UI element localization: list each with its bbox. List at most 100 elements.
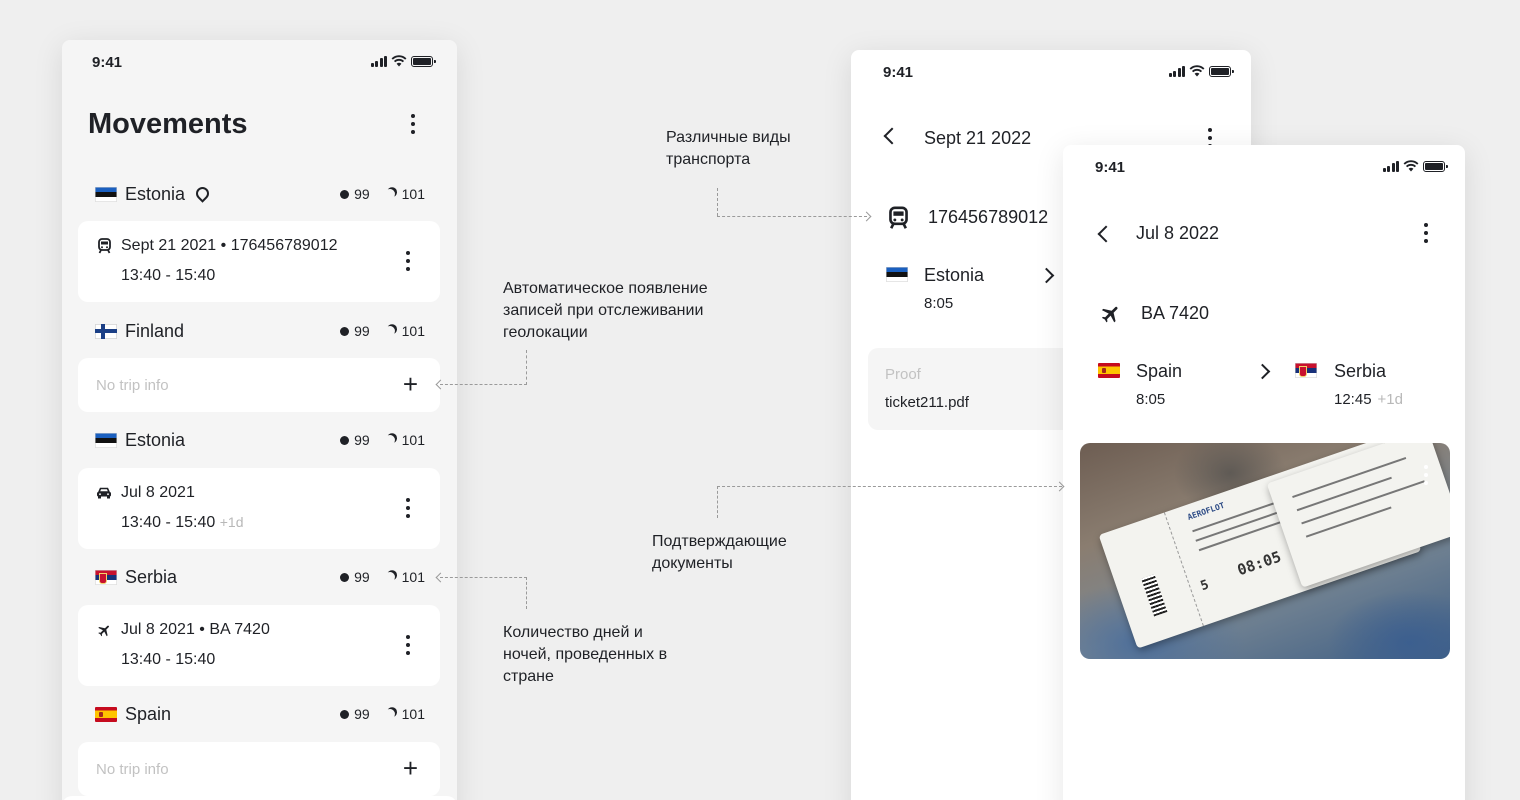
more-menu-icon[interactable] <box>1418 223 1434 243</box>
battery-icon <box>411 55 436 67</box>
days-nights-counter: 99 101 <box>340 569 425 585</box>
trip-date-title: Jul 8 2022 <box>1136 223 1220 243</box>
trip-card[interactable]: Jul 8 2021 13:40 - 15:40 +1d <box>78 468 440 549</box>
country-row-spain: Spain 99 101 <box>95 702 425 726</box>
movements-screen: 9:41 Movements Estonia 99 101 Sept 21 20… <box>62 40 457 800</box>
empty-trip-card[interactable]: No trip info + <box>78 742 440 796</box>
trip-line: Jul 8 2021 • BA 7420 <box>96 621 270 639</box>
plane-icon <box>1100 303 1122 330</box>
add-trip-plus-icon[interactable]: + <box>403 371 418 397</box>
add-trip-plus-icon[interactable]: + <box>403 755 418 781</box>
no-trip-placeholder: No trip info <box>96 377 169 394</box>
serbia-flag-icon <box>1295 363 1317 378</box>
days-count: 99 <box>354 323 370 339</box>
car-icon <box>96 487 112 499</box>
moon-icon <box>383 434 396 447</box>
connector-line <box>440 577 527 578</box>
proof-file-link[interactable]: ticket211.pdf <box>885 394 969 411</box>
trip-card[interactable]: Sept 21 2021 • 176456789012 13:40 - 15:4… <box>78 221 440 302</box>
photo-more-icon[interactable] <box>1418 465 1434 485</box>
location-pin-icon <box>195 187 206 201</box>
days-nights-counter: 99 101 <box>340 186 425 202</box>
flight-detail-screen: 9:41 Jul 8 2022 BA 7420 Spain 8:05 Serbi… <box>1063 145 1465 800</box>
connector-line <box>717 486 718 518</box>
train-icon <box>889 206 908 235</box>
days-nights-counter: 99 101 <box>340 706 425 722</box>
trip-time-range: 13:40 - 15:40 <box>121 514 216 531</box>
train-icon <box>96 238 112 254</box>
flight-number: BA 7420 <box>1141 303 1210 323</box>
moon-icon <box>383 325 396 338</box>
trip-reference: BA 7420 <box>209 621 270 638</box>
country-row-serbia: Serbia 99 101 <box>95 565 425 589</box>
trip-more-icon[interactable] <box>400 498 416 518</box>
days-count: 99 <box>354 186 370 202</box>
empty-trip-card[interactable]: No trip info + <box>78 358 440 412</box>
trip-time: 13:40 - 15:40 <box>121 651 216 668</box>
connector-line <box>440 384 527 385</box>
estonia-flag-icon <box>886 267 908 282</box>
to-time-value: 12:45 <box>1334 391 1372 408</box>
cellular-signal-icon <box>1168 65 1185 77</box>
wifi-icon <box>391 55 407 67</box>
country-name: Finland <box>125 320 185 341</box>
proof-label: Proof <box>885 366 921 383</box>
connector-line <box>717 188 718 216</box>
moon-icon <box>383 571 396 584</box>
back-chevron-icon[interactable] <box>883 127 901 145</box>
spain-flag-icon <box>1098 363 1120 378</box>
cellular-signal-icon <box>370 55 387 67</box>
nights-count: 101 <box>401 569 425 585</box>
trip-card[interactable]: Jul 8 2021 • BA 7420 13:40 - 15:40 <box>78 605 440 686</box>
sun-dot-icon <box>340 435 350 445</box>
battery-icon <box>1209 65 1234 77</box>
status-time: 9:41 <box>92 54 123 71</box>
sun-dot-icon <box>340 326 350 336</box>
ticket-boarding-time: 08:05 <box>1234 547 1284 580</box>
page-title: Movements <box>88 108 248 140</box>
trip-reference: 176456789012 <box>230 237 338 254</box>
connector-line <box>717 486 1062 487</box>
estonia-flag-icon <box>95 186 117 202</box>
trip-more-icon[interactable] <box>400 635 416 655</box>
connector-line <box>526 577 527 609</box>
annotation-documents: Подтверждающие документы <box>652 533 787 572</box>
days-nights-counter: 99 101 <box>340 432 425 448</box>
country-name: Estonia <box>125 183 186 204</box>
days-count: 99 <box>354 706 370 722</box>
ticket-photo[interactable]: AEROFLOT 5 08:05 <box>1080 443 1450 659</box>
status-icons <box>1382 160 1448 172</box>
connector-line <box>526 350 527 385</box>
days-nights-counter: 99 101 <box>340 323 425 339</box>
no-trip-placeholder: No trip info <box>96 761 169 778</box>
status-bar: 9:41 <box>851 50 1251 94</box>
trip-date: Jul 8 2021 <box>121 484 195 501</box>
status-bar: 9:41 <box>62 40 457 84</box>
country-name: Estonia <box>125 429 186 450</box>
status-time: 9:41 <box>883 64 914 81</box>
ticket-number: 176456789012 <box>928 207 1049 227</box>
nights-count: 101 <box>401 706 425 722</box>
status-bar: 9:41 <box>1063 145 1465 189</box>
trip-date: Sept 21 2021 <box>121 237 217 254</box>
sun-dot-icon <box>340 572 350 582</box>
wifi-icon <box>1189 65 1205 77</box>
trip-more-icon[interactable] <box>400 251 416 271</box>
trip-separator: • <box>194 621 210 638</box>
to-country: Serbia <box>1334 361 1387 381</box>
moon-icon <box>383 188 396 201</box>
more-menu-icon[interactable] <box>405 114 421 134</box>
annotation-days-nights: Количество дней и ночей, проведенных в с… <box>503 624 668 685</box>
moon-icon <box>383 708 396 721</box>
country-row-estonia: Estonia 99 101 <box>95 182 425 206</box>
country-row-estonia: Estonia 99 101 <box>95 428 425 452</box>
annotation-geolocation: Автоматическое появление записей при отс… <box>503 280 708 341</box>
to-time: 12:45 +1d <box>1334 391 1403 408</box>
back-chevron-icon[interactable] <box>1097 225 1115 243</box>
status-time: 9:41 <box>1095 159 1126 176</box>
nights-count: 101 <box>401 323 425 339</box>
country-name: Serbia <box>125 566 178 587</box>
country-row-finland: Finland 99 101 <box>95 319 425 343</box>
sun-dot-icon <box>340 189 350 199</box>
status-icons <box>1168 65 1234 77</box>
